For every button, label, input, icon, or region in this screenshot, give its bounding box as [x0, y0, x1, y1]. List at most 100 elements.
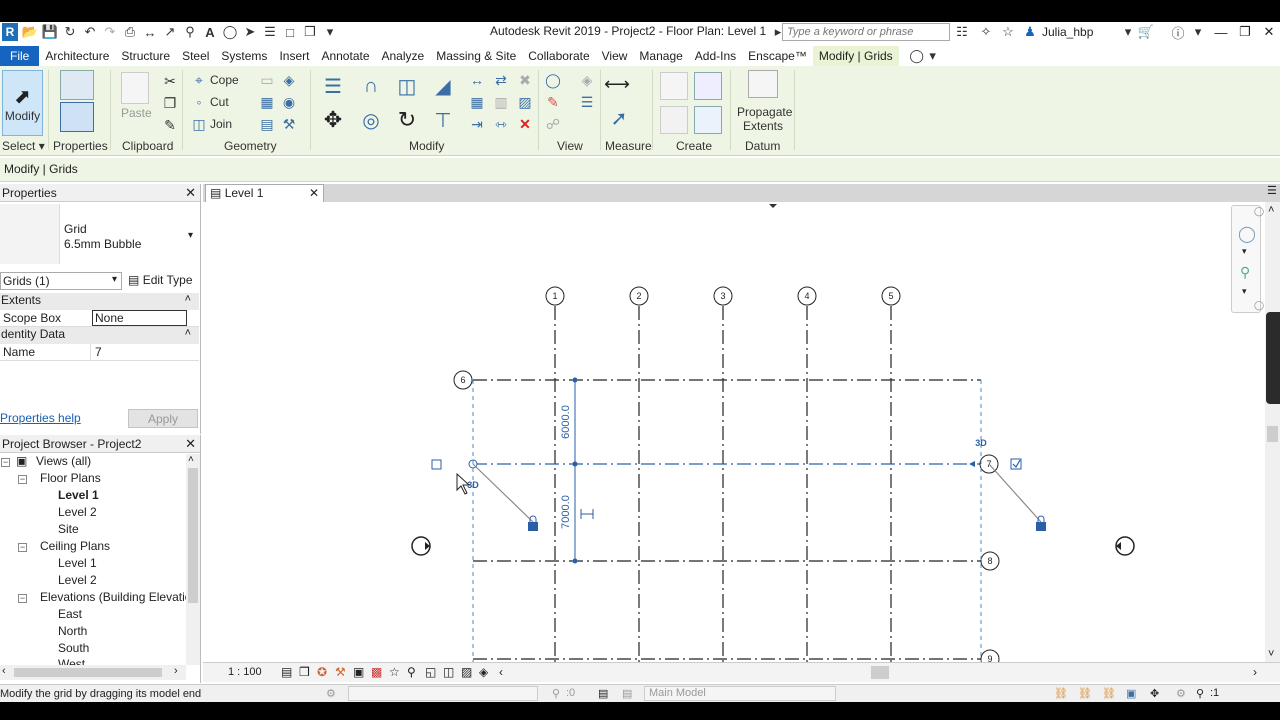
- navbar-options-icon[interactable]: ◯: [1254, 300, 1264, 311]
- drawing-area[interactable]: .grid { stroke:#222; stroke-width:1.2; s…: [203, 202, 1265, 662]
- cut-clipboard-icon[interactable]: ✂: [159, 71, 181, 91]
- vertical-grid-4[interactable]: 4: [797, 286, 817, 662]
- horizontal-grid-8[interactable]: 8: [473, 551, 1000, 571]
- customize-qat-icon[interactable]: ▾: [322, 24, 338, 40]
- design-option-select[interactable]: Main Model: [644, 686, 836, 701]
- linework-icon[interactable]: ☰: [576, 92, 598, 112]
- tab-file[interactable]: File: [0, 46, 40, 66]
- cope-icon[interactable]: ⌖: [188, 70, 210, 90]
- create-similar-icon[interactable]: [694, 106, 722, 134]
- wheel-dropdown-icon[interactable]: ▾: [1242, 246, 1247, 257]
- restore-icon[interactable]: ❐: [1234, 23, 1256, 41]
- vertical-grid-5[interactable]: 5: [881, 286, 901, 662]
- collapse-toggle[interactable]: −: [18, 475, 27, 484]
- temporary-dimension[interactable]: 6000.0 7000.0: [560, 377, 594, 564]
- demolish-icon[interactable]: ▤: [256, 114, 278, 134]
- link-icon[interactable]: ☍: [542, 114, 564, 134]
- redo-icon[interactable]: ↷: [102, 24, 118, 40]
- tab-add-ins[interactable]: Add-Ins: [689, 46, 742, 66]
- tab-manage[interactable]: Manage: [633, 46, 688, 66]
- tree-north[interactable]: North: [58, 624, 87, 638]
- properties-icon[interactable]: [60, 102, 94, 132]
- scale-icon[interactable]: ▥: [490, 92, 512, 112]
- filter-icon-left[interactable]: ⚲: [552, 687, 560, 700]
- cart-icon[interactable]: 🛒: [1138, 24, 1154, 40]
- hide-bubble-checkbox-left[interactable]: [431, 459, 442, 470]
- collapse-toggle[interactable]: −: [1, 458, 10, 467]
- align-icon[interactable]: ☰: [322, 76, 344, 98]
- dimension-icon[interactable]: ↗: [162, 24, 178, 40]
- tree-cp-level-1[interactable]: Level 1: [58, 556, 97, 570]
- type-selector-dropdown-icon[interactable]: ▾: [188, 230, 193, 241]
- type-name[interactable]: 6.5mm Bubble: [64, 237, 141, 251]
- cope-label[interactable]: Cope: [210, 73, 239, 87]
- elevation-marker-west[interactable]: [411, 536, 431, 556]
- 3d-view-icon[interactable]: ◯: [222, 24, 238, 40]
- collapse-toggle[interactable]: −: [18, 543, 27, 552]
- vertical-grid-3[interactable]: 3: [713, 286, 733, 662]
- revit-logo-icon[interactable]: R: [2, 23, 18, 41]
- tab-structure[interactable]: Structure: [115, 46, 176, 66]
- category-identity-data[interactable]: dentity Data ˄: [0, 327, 199, 344]
- view-hscroll-thumb[interactable]: [871, 666, 889, 679]
- mirror-axis-icon[interactable]: ◫: [396, 76, 418, 98]
- dimension-toggle-icon[interactable]: [580, 509, 594, 519]
- browser-hscroll-thumb[interactable]: [14, 668, 162, 677]
- print-icon[interactable]: ⎙: [122, 24, 138, 40]
- save-icon[interactable]: 💾: [42, 24, 58, 40]
- override-graphics-icon[interactable]: ✎: [542, 92, 564, 112]
- paste-icon[interactable]: [121, 72, 149, 104]
- tree-views-all[interactable]: Views (all): [36, 454, 91, 468]
- select-underlay-icon[interactable]: ⛓: [1078, 687, 1092, 700]
- close-hidden-icon[interactable]: □: [282, 24, 298, 40]
- measure-distance-icon[interactable]: ⟷: [604, 74, 630, 94]
- hammer-icon[interactable]: ⚒: [278, 114, 300, 134]
- browser-vscroll-thumb[interactable]: [188, 468, 198, 603]
- switch-windows-icon[interactable]: ❒: [302, 24, 318, 40]
- extend-icon[interactable]: ⇿: [490, 114, 512, 134]
- user-name[interactable]: Julia_hbp: [1042, 25, 1093, 39]
- tree-cp-level-2[interactable]: Level 2: [58, 573, 97, 587]
- background-processes-icon[interactable]: ⚙: [1176, 687, 1186, 700]
- reveal-constraints-icon[interactable]: ▨: [461, 665, 472, 679]
- tab-massing-site[interactable]: Massing & Site: [430, 46, 522, 66]
- category-extents[interactable]: Extents ˄: [0, 293, 199, 310]
- type-properties-icon[interactable]: [60, 70, 94, 100]
- light-bulb-icon[interactable]: ◯: [542, 70, 564, 90]
- move-icon[interactable]: ✥: [322, 107, 344, 132]
- scroll-right-icon[interactable]: ›: [174, 665, 178, 677]
- tree-fp-level-2[interactable]: Level 2: [58, 505, 97, 519]
- select-panel-label[interactable]: Select ▾: [2, 139, 45, 153]
- scroll-left-icon[interactable]: ‹: [499, 665, 503, 679]
- create-parts-icon[interactable]: [694, 72, 722, 100]
- modify-button[interactable]: ⬈ Modify: [2, 70, 43, 136]
- select-links-icon[interactable]: ⛓: [1054, 687, 1068, 700]
- vertical-grid-2[interactable]: 2: [629, 286, 649, 662]
- undo-icon[interactable]: ↶: [82, 24, 98, 40]
- search-input[interactable]: [782, 23, 950, 41]
- vertical-grid-1[interactable]: 1: [545, 286, 565, 662]
- rotate-icon[interactable]: ↻: [396, 107, 418, 132]
- workset-select[interactable]: [348, 686, 538, 701]
- analytical-model-icon[interactable]: ◱: [425, 665, 436, 679]
- close-navbar-icon[interactable]: ◯: [1254, 206, 1264, 217]
- horizontal-grid-7-selected[interactable]: 7: [431, 454, 1022, 474]
- tree-fp-level-1[interactable]: Level 1: [58, 488, 99, 502]
- propagate-extents-label[interactable]: Propagate Extents: [737, 105, 792, 133]
- view-vscroll-thumb[interactable]: [1267, 426, 1278, 442]
- 3d-label-right[interactable]: 3D: [975, 438, 987, 448]
- tag-icon[interactable]: ⚲: [182, 24, 198, 40]
- tab-collaborate[interactable]: Collaborate: [522, 46, 595, 66]
- view-vscroll[interactable]: ˄ ˅: [1265, 202, 1280, 662]
- trim-extend-icon[interactable]: ⊤: [432, 110, 454, 132]
- text-icon[interactable]: A: [202, 24, 218, 40]
- scope-box-field[interactable]: None: [92, 310, 187, 326]
- temp-hide-icon[interactable]: ☆: [389, 665, 400, 679]
- pin-disabled-icon[interactable]: ✖: [514, 70, 536, 90]
- visual-style-icon[interactable]: ❒: [299, 665, 310, 679]
- crop-view-icon[interactable]: ▣: [353, 665, 364, 679]
- array-icon[interactable]: ▦: [466, 92, 488, 112]
- tab-annotate[interactable]: Annotate: [315, 46, 375, 66]
- detail-level-icon[interactable]: ▤: [281, 665, 292, 679]
- match-properties-icon[interactable]: ✎: [159, 115, 181, 135]
